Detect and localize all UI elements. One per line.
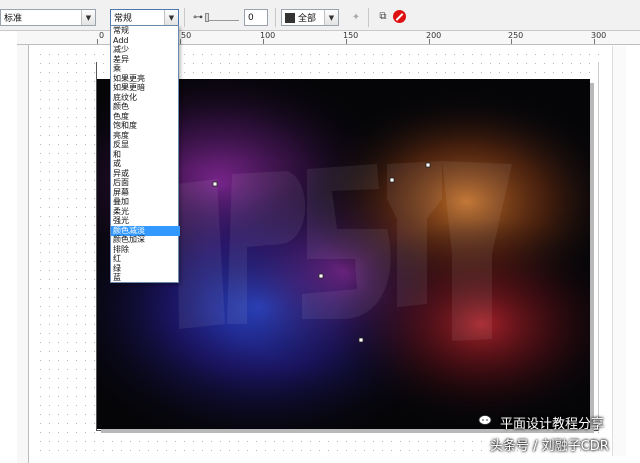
- merge-mode-option[interactable]: 排除: [111, 245, 180, 255]
- ruler-label: 300: [591, 31, 607, 40]
- property-bar: 标准 ▼ 常规 ▼ ⊶ 0 全部 ▼ ✦ ⧉: [0, 0, 640, 31]
- copy-transparency-icon[interactable]: ⧉: [376, 9, 390, 23]
- ruler-label: 150: [343, 31, 359, 40]
- chevron-down-icon[interactable]: ▼: [81, 10, 95, 25]
- merge-mode-option[interactable]: 和: [111, 150, 180, 160]
- preset-value: 标准: [4, 14, 23, 24]
- ruler-label: 100: [260, 31, 276, 40]
- merge-mode-option[interactable]: 减少: [111, 45, 180, 55]
- slider-handle[interactable]: [205, 13, 209, 22]
- vertical-ruler: [17, 45, 29, 463]
- transparency-value: 0: [248, 12, 254, 23]
- merge-mode-option[interactable]: 强光: [111, 216, 180, 226]
- chat-bubble-icon: [478, 415, 492, 425]
- transparency-slider[interactable]: [205, 11, 239, 22]
- transparency-slider-icon: ⊶: [193, 11, 203, 23]
- merge-mode-option[interactable]: 或: [111, 159, 180, 169]
- separator: [184, 8, 185, 27]
- clear-transparency-icon[interactable]: [393, 10, 406, 23]
- merge-mode-option[interactable]: 饱和度: [111, 121, 180, 131]
- merge-mode-option[interactable]: Add: [111, 36, 180, 46]
- freeze-icon[interactable]: ✦: [349, 10, 363, 24]
- merge-mode-option[interactable]: 差异: [111, 55, 180, 65]
- merge-mode-option[interactable]: 乘: [111, 64, 180, 74]
- merge-mode-value: 常规: [114, 14, 133, 24]
- separator: [368, 8, 369, 27]
- merge-mode-option[interactable]: 后面: [111, 178, 180, 188]
- ruler-label: 250: [508, 31, 524, 40]
- merge-mode-option[interactable]: 颜色: [111, 102, 180, 112]
- merge-mode-option[interactable]: 常规: [111, 26, 180, 36]
- ruler-label: 50: [181, 31, 192, 40]
- ruler-label: 200: [426, 31, 442, 40]
- merge-mode-option[interactable]: 颜色减淡: [111, 225, 180, 236]
- merge-mode-option[interactable]: 底纹化: [111, 93, 180, 103]
- chevron-down-icon[interactable]: ▼: [164, 10, 178, 25]
- merge-mode-option[interactable]: 颜色加深: [111, 235, 180, 245]
- merge-mode-option[interactable]: 绿: [111, 264, 180, 274]
- ruler-label: 0: [99, 31, 105, 40]
- merge-mode-select[interactable]: 常规 ▼: [110, 9, 179, 26]
- preset-select[interactable]: 标准 ▼: [0, 9, 96, 26]
- target-select[interactable]: 全部 ▼: [281, 9, 339, 26]
- separator: [275, 8, 276, 27]
- transparency-input[interactable]: 0: [244, 9, 268, 26]
- merge-mode-option[interactable]: 柔光: [111, 207, 180, 217]
- merge-mode-dropdown[interactable]: 常规 Add 减少 差异乘如果更亮 如果更暗 底纹化 颜色 色度 饱和度 亮度 反显和或异或 后面 屏幕…: [110, 25, 180, 283]
- merge-mode-option[interactable]: 叠加: [111, 197, 180, 207]
- merge-mode-option[interactable]: 如果更亮: [111, 74, 180, 84]
- merge-mode-option[interactable]: 色度: [111, 112, 180, 122]
- watermark: 平面设计教程分享 头条号 / 刘融子CDR: [478, 413, 640, 457]
- merge-mode-option[interactable]: 如果更暗: [111, 83, 180, 93]
- watermark-line-2: 头条号 / 刘融子CDR: [490, 439, 609, 454]
- fill-stroke-icon: [285, 12, 295, 23]
- merge-mode-option[interactable]: 蓝: [111, 273, 180, 283]
- merge-mode-option[interactable]: 红: [111, 254, 180, 264]
- merge-mode-option[interactable]: 屏幕: [111, 188, 180, 198]
- watermark-line-1: 平面设计教程分享: [500, 417, 605, 432]
- merge-mode-option[interactable]: 异或: [111, 169, 180, 179]
- merge-mode-option[interactable]: 反显: [111, 140, 180, 150]
- ruler-tick: [97, 39, 98, 44]
- merge-mode-option[interactable]: 亮度: [111, 131, 180, 141]
- vertical-scrollbar[interactable]: [612, 46, 626, 456]
- target-value: 全部: [298, 14, 317, 24]
- chevron-down-icon[interactable]: ▼: [324, 10, 338, 25]
